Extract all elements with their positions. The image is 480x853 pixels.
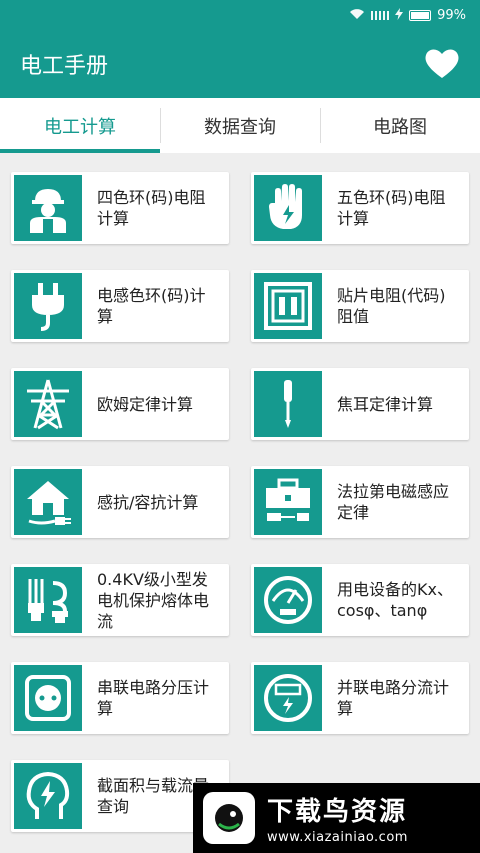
worker-icon [14,175,82,241]
card-ohms-law[interactable]: 欧姆定律计算 [11,368,229,440]
bird-logo-icon [203,792,255,844]
heart-icon[interactable] [424,46,460,82]
socket-panel-icon [254,273,322,339]
card-four-band-resistor[interactable]: 四色环(码)电阻计算 [11,172,229,244]
card-series-divider[interactable]: 串联电路分压计算 [11,662,229,734]
card-joules-law[interactable]: 焦耳定律计算 [251,368,469,440]
toolbox-icon [254,469,322,535]
card-five-band-resistor[interactable]: 五色环(码)电阻计算 [251,172,469,244]
tab-circuit-diagram[interactable]: 电路图 [320,98,480,153]
wifi-icon [349,8,365,23]
card-label: 贴片电阻(代码)阻值 [337,286,446,326]
watermark-url: www.xiazainiao.com [267,830,408,845]
plug-icon [14,273,82,339]
charging-icon [395,7,404,23]
status-bar: 99% [0,0,480,30]
meter-gauge-icon [254,567,322,633]
card-smd-resistor[interactable]: 贴片电阻(代码)阻值 [251,270,469,342]
watermark-title: 下载鸟资源 [267,797,408,827]
card-parallel-divider[interactable]: 并联电路分流计算 [251,662,469,734]
card-label: 电感色环(码)计算 [97,286,206,326]
watermark-text: 下载鸟资源 www.xiazainiao.com [267,791,408,845]
card-label: 0.4KV级小型发电机保护熔体电流 [97,569,210,631]
card-label: 四色环(码)电阻计算 [97,188,206,228]
card-inductor-color-code[interactable]: 电感色环(码)计算 [11,270,229,342]
card-label: 五色环(码)电阻计算 [337,188,446,228]
card-generator-fuse[interactable]: 0.4KV级小型发电机保护熔体电流 [11,564,229,636]
tab-electrical-calc[interactable]: 电工计算 [0,98,160,153]
bulbs-icon [14,567,82,633]
watermark-banner: 下载鸟资源 www.xiazainiao.com [193,783,480,853]
card-label: 焦耳定律计算 [337,394,434,414]
card-kx-cos-tan[interactable]: 用电设备的Kx、cosφ、tanφ [251,564,469,636]
glove-icon [254,175,322,241]
head-bolt-icon [14,763,82,829]
card-label: 并联电路分流计算 [337,678,450,718]
battery-icon [409,9,432,21]
house-plug-icon [14,469,82,535]
outlet-icon [14,665,82,731]
tab-data-query[interactable]: 数据查询 [160,98,320,153]
power-tower-icon [14,371,82,437]
battery-percent: 99% [437,7,466,23]
card-label: 用电设备的Kx、cosφ、tanφ [337,580,453,620]
app-bar: 电工手册 [0,30,480,98]
electric-meter-icon [254,665,322,731]
card-faraday-law[interactable]: 法拉第电磁感应定律 [251,466,469,538]
card-label: 法拉第电磁感应定律 [337,482,450,522]
card-label: 串联电路分压计算 [97,678,210,718]
signal-icon [371,8,390,23]
card-reactance[interactable]: 感抗/容抗计算 [11,466,229,538]
card-label: 欧姆定律计算 [97,394,194,414]
app-title: 电工手册 [20,54,109,79]
card-label: 感抗/容抗计算 [97,492,199,512]
screwdriver-icon [254,371,322,437]
tab-bar: 电工计算 数据查询 电路图 [0,98,480,153]
